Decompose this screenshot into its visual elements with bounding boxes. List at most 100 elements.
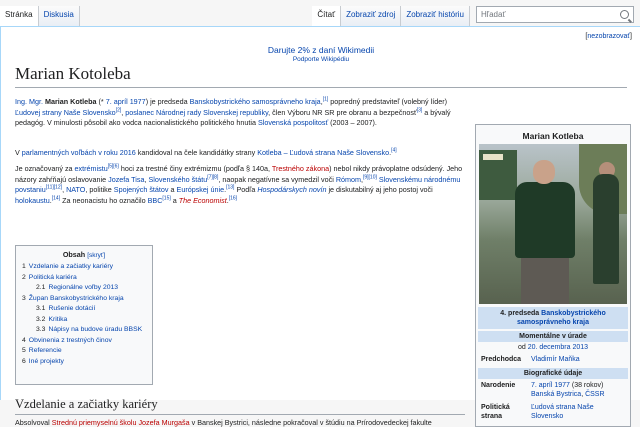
toc-num: 2 [22, 273, 26, 281]
toc-item[interactable]: 6 Iné projekty [22, 358, 146, 369]
toc-toggle[interactable]: [skryť] [87, 252, 105, 259]
ref-9-10[interactable]: [9][10] [363, 174, 377, 180]
link-sp[interactable]: Slovenská pospolitosť [258, 118, 328, 127]
link-criminal-code[interactable]: Trestného zákona [272, 164, 329, 173]
toc-item[interactable]: 2.1 Regionálne voľby 2013 [22, 284, 146, 295]
toc-num: 1 [22, 263, 26, 270]
ref-14[interactable]: [14] [52, 195, 60, 201]
link-economist[interactable]: The Economist [179, 196, 227, 205]
toc-item[interactable]: 3.3 Nápisy na budove úradu BBSK [22, 326, 146, 337]
text: , politike [85, 185, 112, 194]
toc-item[interactable]: 3.2 Kritika [22, 316, 146, 327]
toc-label[interactable]: Referencie [29, 347, 62, 354]
toc-label[interactable]: Vzdelanie a začiatky kariéry [29, 263, 113, 270]
toc-title: Obsah [62, 250, 86, 259]
ref-7-8[interactable]: [7][8] [207, 174, 218, 180]
link-bbsk[interactable]: Banskobystrického samosprávneho kraja [190, 97, 321, 106]
tab-view-history[interactable]: Zobraziť históriu [401, 6, 470, 26]
toc-item[interactable]: 3.1 Rušenie dotácií [22, 305, 146, 316]
toc-label[interactable]: Rušenie dotácií [48, 305, 95, 312]
text: Absolvoval [15, 418, 50, 427]
hide-banner-link[interactable]: [nezobrazovať] [585, 33, 632, 40]
link-usa[interactable]: Spojených štátov [114, 185, 169, 194]
text: Podľa [236, 185, 256, 194]
toc-num: 3.1 [36, 305, 46, 312]
link-since-date[interactable]: 20. decembra 2013 [528, 344, 588, 351]
link-nrsr[interactable]: poslanec Národnej rady Slovenskej republ… [125, 108, 268, 117]
toc-label[interactable]: Iné projekty [29, 358, 64, 365]
toc-label[interactable]: Nápisy na budove úradu BBSK [48, 326, 142, 333]
tab-page[interactable]: Stránka [0, 6, 39, 26]
link-birth-year[interactable]: 1977 [130, 97, 146, 106]
link-slovak-state[interactable]: Slovenského štátu [148, 175, 207, 184]
ref-13[interactable]: [13] [226, 185, 234, 191]
donation-banner[interactable]: Darujte 2% z daní Wikimedii [1, 45, 640, 55]
toc-label[interactable]: Politická kariéra [29, 274, 77, 281]
infobox: Marian Kotleba 4. predseda Banskobystric… [475, 124, 631, 427]
text: a [170, 185, 175, 194]
ref-5-6[interactable]: [5][6] [108, 164, 119, 170]
toc-label[interactable]: Regionálne voľby 2013 [48, 284, 118, 291]
link-predecessor[interactable]: Vladimír Maňka [531, 355, 625, 364]
link-ing-mgr[interactable]: Ing. Mgr. [15, 97, 43, 106]
link-birth[interactable]: 7. apríl 1977 [531, 382, 570, 389]
toc-item[interactable]: 2 Politická kariéra [22, 274, 146, 285]
link-party-lsns[interactable]: Kotleba – Ľudová strana Naše Slovensko [257, 148, 389, 157]
donation-banner-sub[interactable]: Podporte Wikipédiu [293, 56, 349, 63]
ref-15[interactable]: [15] [162, 195, 170, 201]
text: , [62, 185, 65, 194]
intro-paragraph-3: Je označovaný za extrémistu[5][6] hoci z… [15, 164, 465, 206]
predecessor-row: Predchodca Vladimír Maňka [478, 353, 628, 366]
toc-label[interactable]: Župan Banskobystrického kraja [29, 295, 124, 302]
text: hoci za trestné činy extrémizmu (podľa §… [120, 164, 270, 173]
tab-view-source[interactable]: Zobraziť zdroj [341, 6, 402, 26]
link-lsns[interactable]: Ľudovej strany Naše Slovensko [15, 108, 116, 117]
link-extremist[interactable]: extrémistu [75, 164, 108, 173]
office-caption: 4. predseda Banskobystrického samosprávn… [478, 307, 628, 329]
in-office-since: od 20. decembra 2013 [478, 342, 628, 353]
link-birth-country[interactable]: ČSSR [585, 391, 604, 398]
link-eu[interactable]: Európskej únie [177, 185, 225, 194]
toc-item[interactable]: 3 Župan Banskobystrického kraja [22, 295, 146, 306]
toc-item[interactable]: 1 Vzdelanie a začiatky kariéry [22, 263, 146, 274]
link-birth-place[interactable]: Banská Bystrica [531, 391, 581, 398]
link-bbc[interactable]: BBC [148, 196, 163, 205]
ref-11-12[interactable]: [11][12] [46, 185, 62, 191]
tab-read[interactable]: Čítať [312, 6, 342, 26]
toc-num: 3.3 [36, 326, 46, 333]
link-party[interactable]: Ľudová strana Naše Slovensko [531, 403, 625, 421]
ref-1[interactable]: [1] [323, 97, 329, 103]
toc-label[interactable]: Kritika [48, 316, 67, 323]
content-area: [nezobrazovať] Darujte 2% z daní Wikimed… [0, 26, 640, 427]
table-of-contents: Obsah [skryť] 1 Vzdelanie a začiatky kari… [15, 245, 153, 385]
bio-header: Biografické údaje [478, 368, 628, 379]
toc-label[interactable]: Obvinenia z trestných činov [29, 337, 112, 344]
text: , člen Výboru NR SR pre obranu a bezpečn… [268, 107, 417, 117]
link-school[interactable]: Strednú priemyselnú školu Jozefa Murgaša [52, 418, 190, 427]
search-icon[interactable] [620, 10, 629, 19]
ref-16[interactable]: [16] [229, 195, 237, 201]
link-birth-date[interactable]: 7. apríl [106, 97, 128, 106]
link-holocaust[interactable]: holokaustu [15, 196, 50, 205]
link-nato[interactable]: NATO [66, 185, 85, 194]
link-jozef-tiso[interactable]: Jozefa Tisa [108, 175, 144, 184]
portrait-photo[interactable] [479, 144, 627, 304]
photo-legs [521, 254, 569, 304]
toc-num: 2.1 [36, 284, 46, 291]
tab-discussion[interactable]: Diskusia [38, 6, 80, 26]
text: , [144, 174, 147, 184]
photo-torso [515, 182, 575, 258]
donation-banner-title[interactable]: Darujte 2% z daní Wikimedii [268, 45, 374, 55]
toc-item[interactable]: 4 Obvinenia z trestných činov [22, 337, 146, 348]
ref-4[interactable]: [4] [391, 148, 397, 154]
link-hn[interactable]: Hospodárskych novín [257, 185, 326, 194]
toc-item[interactable]: 5 Referencie [22, 347, 146, 358]
toc-num: 3.2 [36, 315, 46, 323]
hide-banner-label[interactable]: nezobrazovať [587, 33, 630, 40]
ref-3[interactable]: [3] [417, 107, 423, 113]
link-roma[interactable]: Rómom [336, 175, 361, 184]
donation-banner-subtitle[interactable]: Podporte Wikipédiu [1, 56, 640, 63]
link-elections-2016[interactable]: parlamentných voľbách v roku 2016 [22, 148, 136, 157]
search-input[interactable]: Hľadať [476, 6, 634, 23]
text: Je označovaný za [15, 164, 73, 173]
